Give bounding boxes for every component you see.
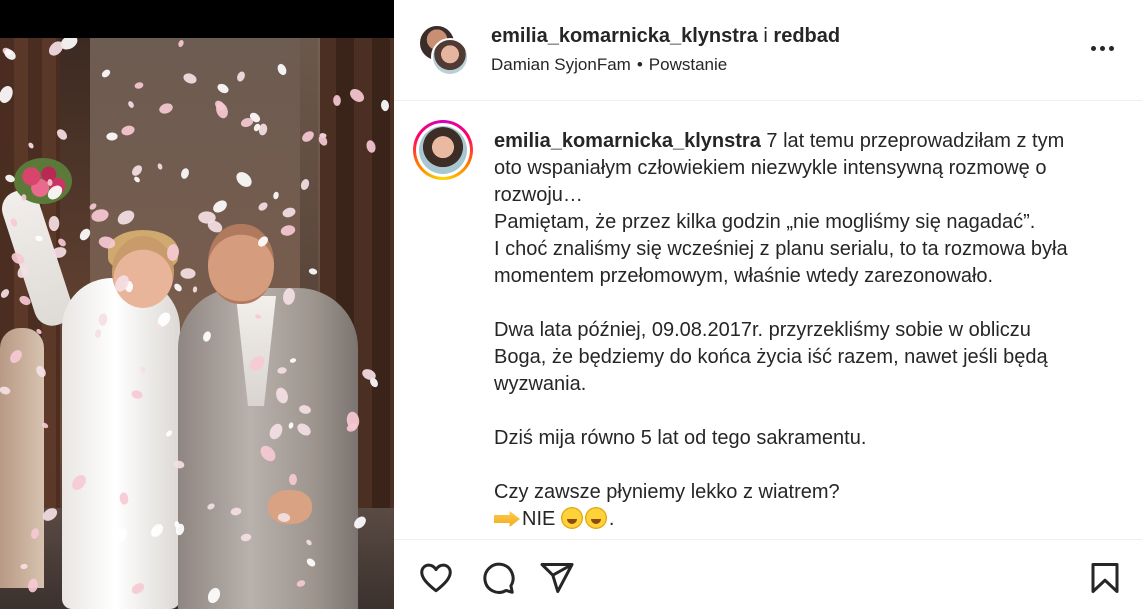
author-link[interactable]: emilia_komarnicka_klynstra (491, 25, 758, 47)
save-button[interactable] (1087, 560, 1123, 596)
caption-line: NIE . (494, 506, 1104, 533)
caption-line: emilia_komarnicka_klynstra 7 lat temu pr… (494, 128, 1104, 155)
caption-text: NIE (522, 508, 556, 530)
comment-icon (483, 562, 515, 594)
petal (333, 94, 341, 107)
post-header: emilia_komarnicka_klynstra i redbad Dami… (394, 0, 1142, 101)
bride-face (112, 236, 174, 308)
audio-attribution: Damian SyjonFam • Powstanie (491, 55, 727, 75)
caption-line: momentem przełomowym, właśnie wtedy zare… (494, 265, 994, 287)
post-photo[interactable] (0, 38, 394, 609)
more-icon (1090, 45, 1096, 51)
like-button[interactable] (418, 560, 454, 596)
petal (48, 215, 60, 232)
post-authors: emilia_komarnicka_klynstra i redbad (491, 25, 840, 48)
share-button[interactable] (539, 560, 575, 596)
bride-dress (62, 278, 180, 609)
caption-line: Czy zawsze płyniemy lekko z wiatrem? (494, 481, 840, 503)
caption-line: rozwoju… (494, 184, 583, 206)
author-connector: i (763, 25, 768, 47)
pointing-hand-emoji (494, 511, 520, 527)
more-icon (1108, 45, 1114, 51)
petal (289, 473, 297, 486)
comment-button[interactable] (480, 560, 516, 596)
post-photo-pane (0, 0, 394, 609)
caption-line: oto wspaniałym człowiekiem niezwykle int… (494, 157, 1047, 179)
heart-icon (420, 563, 452, 593)
caption-line: Pamiętam, że przez kilka godzin „nie mog… (494, 211, 1036, 233)
more-options-button[interactable] (1088, 34, 1116, 62)
caption-text: 7 lat temu przeprowadziłam z tym (760, 130, 1065, 152)
story-ring-avatar[interactable] (413, 120, 473, 180)
audio-title-link[interactable]: Powstanie (649, 55, 727, 74)
zany-face-emoji (584, 507, 607, 529)
caption-text: . (608, 508, 615, 530)
caption-line: Dwa lata później, 09.08.2017r. przyrzekl… (494, 319, 1031, 341)
post-caption: emilia_komarnicka_klynstra 7 lat temu pr… (494, 128, 1104, 533)
collab-avatars[interactable] (418, 24, 470, 76)
more-icon (1099, 45, 1105, 51)
avatar-border (416, 123, 470, 177)
caption-line: Dziś mija równo 5 lat od tego sakramentu… (494, 427, 867, 449)
zany-face-emoji (560, 507, 583, 529)
caption-section: emilia_komarnicka_klynstra 7 lat temu pr… (394, 101, 1142, 539)
petal (180, 268, 196, 279)
caption-line: wyzwania. (494, 373, 587, 395)
caption-line: I choć znaliśmy się wcześniej z planu se… (494, 238, 1068, 260)
caption-line: Boga, że będziemy do końca życia iść raz… (494, 346, 1048, 368)
caption-username[interactable]: emilia_komarnicka_klynstra (494, 130, 761, 152)
post-actions-bar (394, 539, 1142, 609)
dot-separator: • (636, 55, 643, 74)
coauthor-link[interactable]: redbad (773, 25, 840, 47)
post-sidebar: emilia_komarnicka_klynstra i redbad Dami… (394, 0, 1142, 609)
share-icon (540, 563, 574, 593)
audio-artist-link[interactable]: Damian SyjonFam (491, 55, 631, 74)
avatar (419, 126, 467, 174)
avatar (431, 38, 469, 76)
bookmark-icon (1091, 563, 1119, 593)
